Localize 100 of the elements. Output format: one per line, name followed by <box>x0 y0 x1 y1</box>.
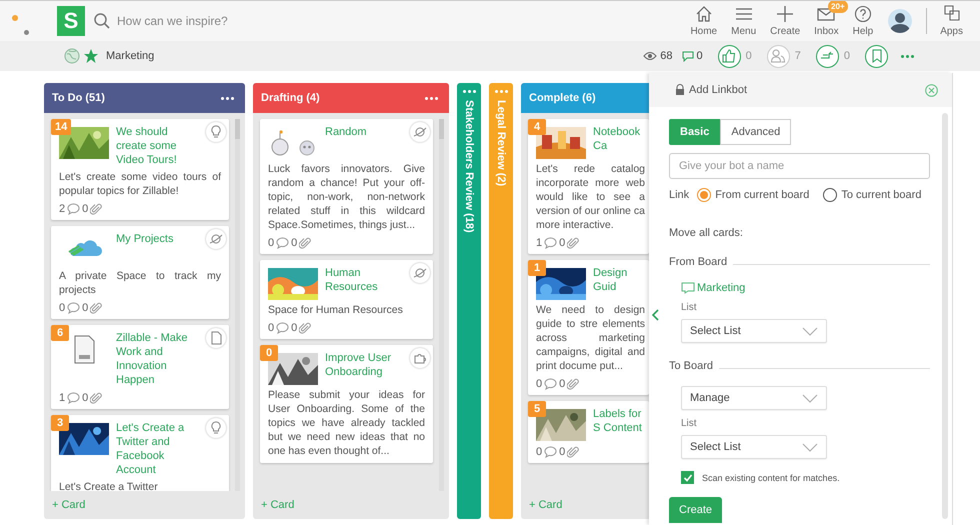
card-title[interactable]: Zillable - Make Work and Innovation Happen <box>116 331 201 387</box>
checkbox[interactable] <box>681 471 694 484</box>
bookmark-button[interactable] <box>865 44 888 68</box>
nav-link[interactable]: Help <box>848 5 878 37</box>
card[interactable]: 14 We should create some Video Tours! Let's create some video tours of popular topics for Zillable! 2 0 <box>51 119 229 220</box>
card[interactable]: 3 Let's Create a Twitter and Facebook Account Let's Create a Twitter <box>51 415 229 491</box>
eye-icon <box>643 51 658 61</box>
radio-button[interactable] <box>823 188 838 202</box>
column-title: Stakeholders Review (18) <box>463 100 475 233</box>
globe-icon <box>64 48 80 64</box>
link-button[interactable] <box>816 44 839 68</box>
attachment-count: 0 <box>291 237 298 249</box>
people-icon <box>771 49 786 63</box>
thumbs-up-icon <box>722 49 736 63</box>
lightbulb-icon <box>206 122 226 142</box>
list-select[interactable]: Select List <box>681 319 827 343</box>
count-badge: 3 <box>51 415 69 431</box>
comment-count: 2 <box>59 203 66 215</box>
card-title[interactable]: Human Resources <box>325 266 405 294</box>
comment-count: 0 <box>536 378 542 390</box>
column-title: To Do (51) <box>52 92 105 104</box>
tab[interactable]: Advanced <box>720 119 792 145</box>
nav-link[interactable]: Apps <box>935 5 968 37</box>
comment-icon <box>67 302 80 314</box>
attachment-count: 0 <box>559 237 566 249</box>
lock-icon <box>675 84 685 96</box>
section-heading: To Board <box>669 360 714 372</box>
card[interactable]: My Projects A private Space to track my projects 0 0 <box>51 226 229 319</box>
paperclip-icon <box>567 378 580 390</box>
comment-count: 0 <box>59 302 66 314</box>
tab[interactable]: Basic <box>669 119 720 145</box>
paperclip-icon <box>90 302 102 314</box>
board-link[interactable]: Marketing <box>697 282 746 294</box>
star-icon[interactable] <box>83 48 99 64</box>
paperclip-icon <box>567 446 580 458</box>
lightbulb-icon <box>206 418 226 438</box>
scrollbar[interactable] <box>439 119 444 491</box>
attachment-count: 0 <box>559 378 566 390</box>
card[interactable]: 1 Design Guid We need to design guide to stre elements across marketing campaigns, digital and print docume put... 0 0 <box>528 260 649 395</box>
attachment-count: 0 <box>291 322 298 334</box>
card-title[interactable]: Let's Create a Twitter and Facebook Account <box>116 421 201 477</box>
nav-link[interactable]: Menu <box>726 5 762 37</box>
like-button[interactable] <box>718 44 741 68</box>
planet-icon <box>206 229 226 249</box>
card[interactable]: Random Luck favors innovators. Give random a chance! Put your off-topic, non-work, non-network related stuff in this wildcard Space.Sometimes, things just... 0 0 <box>260 119 433 254</box>
search-icon <box>93 12 111 30</box>
count-badge: 6 <box>51 325 69 341</box>
scrollbar[interactable] <box>235 119 240 491</box>
radio-option[interactable]: To current board <box>823 188 922 202</box>
comment-icon <box>544 237 558 249</box>
action-count: 0 <box>746 50 752 62</box>
paperclip-icon <box>90 203 102 215</box>
avatar[interactable] <box>888 9 912 33</box>
card[interactable]: Human Resources Space for Human Resources 0 0 <box>260 260 433 339</box>
board-select[interactable]: Manage <box>681 386 827 410</box>
card[interactable]: 6 Zillable - Make Work and Innovation Happen 1 0 <box>51 325 229 409</box>
card-description: Let's rede catalog incorporate more web would like to see a version of our online ca more interactive. <box>536 162 645 232</box>
nav-link[interactable]: Create <box>765 5 806 37</box>
card-title[interactable]: My Projects <box>116 232 174 246</box>
comment-count: 1 <box>59 392 66 404</box>
comment-count: 1 <box>536 237 542 249</box>
app-logo[interactable]: S <box>57 6 85 36</box>
chevron-down-icon <box>802 326 818 336</box>
card-title[interactable]: Design Guid <box>593 266 645 294</box>
list-label: List <box>681 418 697 429</box>
collapsed-column[interactable]: Stakeholders Review (18) <box>457 83 481 519</box>
comment-icon <box>276 322 290 334</box>
comment-icon <box>682 50 694 62</box>
card-title[interactable]: Random <box>325 125 367 139</box>
action-count: 0 <box>844 50 850 62</box>
card-title[interactable]: Labels for S Content <box>593 407 645 435</box>
card-title[interactable]: Notebook Ca <box>593 125 645 153</box>
board-icon <box>681 282 695 294</box>
radio-button[interactable] <box>697 188 712 202</box>
section-heading: From Board <box>669 256 728 268</box>
page-icon <box>206 328 226 348</box>
search-field[interactable]: How can we inspire? <box>115 13 319 29</box>
card[interactable]: 0 Improve User Onboarding Please submit your ideas for User Onboarding. Some of the topics we have already tackled but we need new ideas that no one has even thought of... <box>260 345 433 463</box>
card[interactable]: 5 Labels for S Content 0 0 <box>528 401 649 463</box>
chevron-down-icon <box>802 442 818 452</box>
members-button[interactable] <box>766 44 790 68</box>
create-button[interactable]: Create <box>669 497 722 523</box>
card[interactable]: 4 Notebook Ca Let's rede catalog incorporate more web would like to see a version of our online ca more interactive. 1 0 <box>528 119 649 254</box>
card-description: Let's create some video tours of popular topics for Zillable! <box>59 170 221 198</box>
name-field[interactable]: Give your bot a name <box>669 153 930 179</box>
list-select[interactable]: Select List <box>681 435 827 459</box>
comment-icon <box>67 203 80 215</box>
radio-option[interactable]: From current board <box>697 188 810 202</box>
checkmark-icon <box>682 472 692 482</box>
card-title[interactable]: Improve User Onboarding <box>325 351 405 379</box>
list-label: List <box>681 302 697 313</box>
card-title[interactable]: We should create some Video Tours! <box>116 125 201 167</box>
attachment-count: 0 <box>559 446 566 458</box>
card-description: Please submit your ideas for User Onboarding. Some of the topics we have already tackled but we need new ideas that no one has even thought of... <box>268 388 425 458</box>
comment-icon <box>544 446 558 458</box>
board-name: Marketing <box>106 50 154 62</box>
close-icon[interactable] <box>925 84 938 96</box>
column-title: Complete (6) <box>529 92 596 104</box>
scrollbar[interactable] <box>942 113 948 519</box>
nav-link[interactable]: Home <box>685 5 722 37</box>
